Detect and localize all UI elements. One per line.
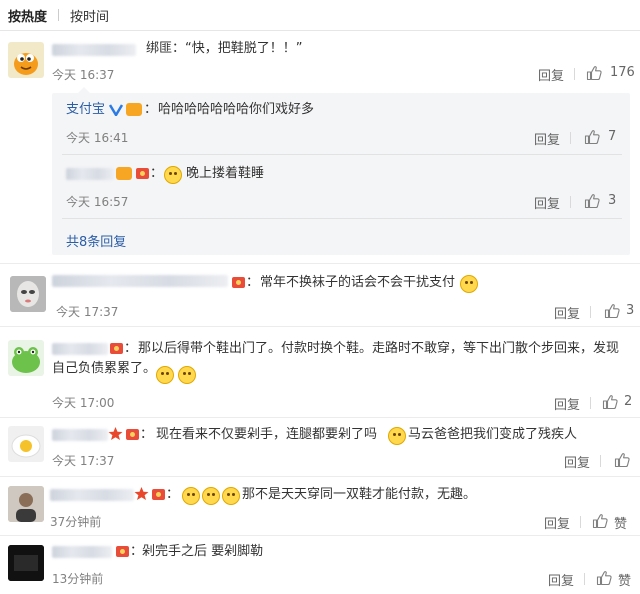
action-separator [584, 573, 585, 585]
like-thumb-icon[interactable] [586, 65, 602, 81]
verified-v-icon [109, 104, 123, 116]
comment-time: 今天 17:00 [52, 396, 115, 410]
reply-time: 今天 16:41 [66, 131, 129, 145]
face-avatar-icon [10, 276, 46, 312]
comment-divider [0, 476, 640, 477]
sort-tabs: 按热度 按时间 [0, 0, 640, 31]
member-crown-icon [116, 167, 132, 180]
action-separator [580, 516, 581, 528]
like-count: 3 [626, 303, 635, 318]
reply-button[interactable]: 回复 [534, 129, 560, 148]
laugh-cry-emoji-icon [178, 366, 196, 384]
comment-text: 那不是天天穿同一双鞋才能付款，无趣。 [242, 487, 477, 502]
username-redacted[interactable] [52, 275, 228, 287]
username-redacted[interactable] [66, 168, 114, 180]
comment-time: 37分钟前 [50, 515, 102, 529]
reply-text: 哈哈哈哈哈哈哈你们戏好多 [158, 102, 315, 117]
comment-time: 13分钟前 [52, 572, 104, 586]
glasses-emoji-icon [202, 487, 220, 505]
like-thumb-icon[interactable] [614, 452, 630, 468]
grin-emoji-icon [460, 275, 478, 293]
username-redacted[interactable] [50, 489, 134, 501]
star-icon [134, 487, 149, 500]
laugh-cry-emoji-icon [156, 366, 174, 384]
reply-author[interactable]: 支付宝 [66, 100, 105, 120]
avatar[interactable] [8, 486, 44, 522]
reply-button[interactable]: 回复 [544, 513, 570, 532]
comment-divider [0, 263, 640, 264]
reply-button[interactable]: 回复 [538, 65, 564, 84]
reply-button[interactable]: 回复 [548, 570, 574, 589]
comment-text-cont: 马云爸爸把我们变成了残疾人 [408, 427, 578, 442]
star-icon [108, 427, 123, 440]
like-count: 2 [624, 394, 633, 409]
egg-avatar-icon [11, 434, 41, 458]
like-thumb-icon[interactable] [596, 570, 612, 586]
like-label[interactable]: 赞 [614, 513, 627, 532]
comment-divider [0, 417, 640, 418]
comment-text: 常年不换袜子的话会不会干扰支付 [260, 275, 456, 290]
action-separator [590, 306, 591, 318]
reply-button[interactable]: 回复 [554, 303, 580, 322]
dark-avatar-icon [8, 545, 44, 581]
comment-text: 现在看来不仅要剁手，连腿都要剁了吗 [156, 427, 378, 442]
glasses-emoji-icon [222, 487, 240, 505]
like-count: 3 [608, 193, 617, 208]
like-thumb-icon[interactable] [604, 303, 620, 319]
red-packet-icon [126, 429, 139, 440]
glasses-emoji-icon [182, 487, 200, 505]
comment-time: 今天 17:37 [52, 454, 115, 468]
like-count: 176 [610, 65, 635, 80]
reply-divider [62, 218, 622, 219]
frog-avatar-icon [12, 347, 40, 373]
reply-button[interactable]: 回复 [564, 452, 590, 471]
like-count: 7 [608, 129, 617, 144]
like-thumb-icon[interactable] [584, 193, 600, 209]
avatar[interactable] [8, 426, 44, 462]
action-separator [570, 196, 571, 208]
comment-time: 今天 17:37 [56, 305, 119, 319]
member-crown-icon [126, 103, 142, 116]
like-thumb-icon[interactable] [602, 394, 618, 410]
action-separator [570, 132, 571, 144]
cat-emoji-icon [164, 166, 182, 184]
person-avatar-icon [8, 486, 44, 522]
laugh-cry-emoji-icon [388, 427, 406, 445]
avatar[interactable] [10, 276, 46, 312]
tab-separator [58, 9, 59, 21]
reply-time: 今天 16:57 [66, 195, 129, 209]
tab-by-time[interactable]: 按时间 [70, 6, 109, 25]
action-separator [590, 397, 591, 409]
reply-divider [62, 154, 622, 155]
reply-button[interactable]: 回复 [554, 394, 580, 413]
red-packet-icon [232, 277, 245, 288]
reply-text: 晚上搂着鞋睡 [186, 166, 265, 181]
red-packet-icon [116, 546, 129, 557]
comment-text: 剁完手之后 要剁脚勒 [142, 544, 264, 559]
avatar[interactable] [8, 42, 44, 78]
username-redacted[interactable] [52, 429, 108, 441]
red-packet-icon [136, 168, 149, 179]
avatar[interactable] [8, 545, 44, 581]
tab-by-hot[interactable]: 按热度 [8, 6, 47, 25]
like-label[interactable]: 赞 [618, 570, 631, 589]
more-replies-link[interactable]: 共8条回复 [66, 231, 126, 250]
red-packet-icon [152, 489, 165, 500]
like-thumb-icon[interactable] [584, 129, 600, 145]
reply-button[interactable]: 回复 [534, 193, 560, 212]
comment-divider [0, 326, 640, 327]
comment-text: 那以后得带个鞋出门了。付款时换个鞋。走路时不敢穿，等下出门散个步回来，发现自己负… [52, 341, 620, 376]
comment-text: 绑匪：“快，把鞋脱了！！” [146, 41, 303, 56]
avatar[interactable] [8, 340, 44, 376]
action-separator [574, 68, 575, 80]
username-redacted[interactable] [52, 44, 136, 56]
cat-avatar-icon [14, 53, 38, 75]
username-redacted[interactable] [52, 546, 112, 558]
action-separator [600, 455, 601, 467]
comment-divider [0, 535, 640, 536]
like-thumb-icon[interactable] [592, 513, 608, 529]
comment-time: 今天 16:37 [52, 68, 115, 82]
